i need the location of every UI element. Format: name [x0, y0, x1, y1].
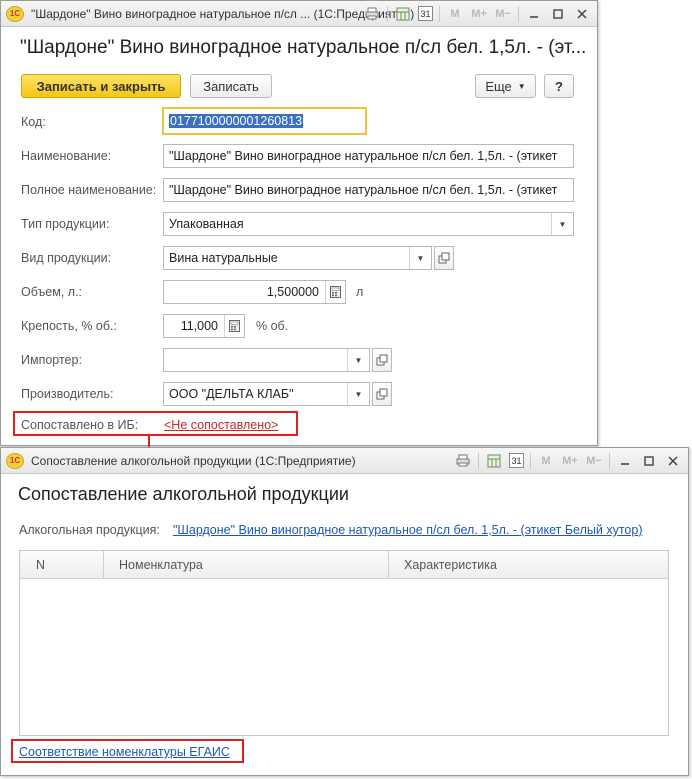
chevron-down-icon[interactable]: ▼ — [409, 247, 431, 269]
importer-open-button[interactable] — [372, 348, 392, 372]
column-header-characteristic[interactable]: Характеристика — [389, 551, 670, 579]
type-value: Упакованная — [169, 217, 244, 231]
maximize-icon[interactable] — [549, 5, 567, 22]
close-icon[interactable] — [664, 452, 682, 469]
kind-select[interactable]: Вина натуральные ▼ — [163, 246, 432, 270]
kind-open-button[interactable] — [434, 246, 454, 270]
open-form-icon — [376, 354, 388, 366]
type-select[interactable]: Упакованная ▼ — [163, 212, 574, 236]
page-title: Сопоставление алкогольной продукции — [18, 484, 349, 504]
matched-row-highlight — [13, 411, 298, 436]
chevron-down-icon[interactable]: ▼ — [551, 213, 573, 235]
table-header: N Номенклатура Характеристика — [20, 551, 668, 579]
strength-field[interactable]: 11,000 — [163, 314, 245, 338]
importer-select[interactable]: ▼ — [163, 348, 370, 372]
type-label: Тип продукции: — [21, 217, 110, 231]
name-value: "Шардоне" Вино виноградное натуральное п… — [169, 149, 558, 163]
memory-mminus-icon[interactable]: M− — [494, 5, 512, 22]
app-logo-icon: 1С — [6, 6, 24, 22]
memory-m-icon[interactable]: M — [537, 452, 555, 469]
toolbar-separator — [609, 452, 610, 469]
toolbar-separator — [478, 452, 479, 469]
product-label: Алкогольная продукция: — [19, 523, 160, 537]
memory-mplus-icon[interactable]: M+ — [470, 5, 488, 22]
name-label: Наименование: — [21, 149, 112, 163]
close-icon[interactable] — [573, 5, 591, 22]
volume-value: 1,500000 — [266, 285, 319, 299]
toolbar-separator — [387, 5, 388, 22]
footer-link-highlight — [11, 739, 244, 763]
kind-label: Вид продукции: — [21, 251, 112, 265]
window-titlebar: 1С Сопоставление алкогольной продукции (… — [1, 448, 688, 474]
full-name-value: "Шардоне" Вино виноградное натуральное п… — [169, 183, 558, 197]
page-title: "Шардоне" Вино виноградное натуральное п… — [20, 37, 587, 58]
calendar-icon[interactable]: 31 — [418, 6, 433, 21]
strength-unit: % об. — [256, 319, 289, 333]
kod-value: 0177100000001260813 — [169, 114, 304, 128]
product-link[interactable]: "Шардоне" Вино виноградное натуральное п… — [173, 523, 642, 537]
producer-label: Производитель: — [21, 387, 114, 401]
open-form-icon — [376, 388, 388, 400]
matching-window: 1С Сопоставление алкогольной продукции (… — [0, 447, 689, 776]
more-menu-button[interactable]: Еще ▼ — [475, 74, 536, 98]
print-icon[interactable] — [454, 452, 472, 469]
volume-unit: л — [356, 285, 364, 299]
product-card-window: 1С "Шардоне" Вино виноградное натурально… — [0, 0, 598, 446]
strength-label: Крепость, % об.: — [21, 319, 117, 333]
window-titlebar: 1С "Шардоне" Вино виноградное натурально… — [1, 1, 597, 27]
kod-label: Код: — [21, 115, 46, 129]
kod-field[interactable]: 0177100000001260813 — [162, 107, 367, 135]
calculator-icon[interactable] — [224, 315, 244, 337]
full-name-field[interactable]: "Шардоне" Вино виноградное натуральное п… — [163, 178, 574, 202]
volume-label: Объем, л.: — [21, 285, 83, 299]
save-button[interactable]: Записать — [190, 74, 272, 98]
chevron-down-icon[interactable]: ▼ — [347, 383, 369, 405]
chevron-down-icon: ▼ — [517, 81, 526, 91]
print-icon[interactable] — [363, 5, 381, 22]
toolbar-separator — [439, 5, 440, 22]
producer-value: ООО "ДЕЛЬТА КЛАБ" — [169, 387, 294, 401]
name-field[interactable]: "Шардоне" Вино виноградное натуральное п… — [163, 144, 574, 168]
minimize-icon[interactable] — [525, 5, 543, 22]
column-header-nomenclature[interactable]: Номенклатура — [104, 551, 389, 579]
matching-table[interactable]: N Номенклатура Характеристика — [19, 550, 669, 736]
calculator-icon[interactable] — [325, 281, 345, 303]
volume-field[interactable]: 1,500000 — [163, 280, 346, 304]
toolbar-separator — [530, 452, 531, 469]
chevron-down-icon[interactable]: ▼ — [347, 349, 369, 371]
toolbar-separator — [518, 5, 519, 22]
open-form-icon — [438, 252, 450, 264]
window-title: Сопоставление алкогольной продукции (1С:… — [31, 454, 356, 468]
producer-open-button[interactable] — [372, 382, 392, 406]
app-logo-icon: 1С — [6, 453, 24, 469]
strength-value: 11,000 — [180, 319, 218, 333]
kind-value: Вина натуральные — [169, 251, 278, 265]
save-and-close-button[interactable]: Записать и закрыть — [21, 74, 181, 98]
window-title: "Шардоне" Вино виноградное натуральное п… — [31, 7, 415, 21]
calendar-icon[interactable]: 31 — [509, 453, 524, 468]
minimize-icon[interactable] — [616, 452, 634, 469]
help-button[interactable]: ? — [544, 74, 574, 98]
maximize-icon[interactable] — [640, 452, 658, 469]
memory-mplus-icon[interactable]: M+ — [561, 452, 579, 469]
memory-m-icon[interactable]: M — [446, 5, 464, 22]
calendar-grid-icon[interactable] — [485, 452, 503, 469]
more-menu-label: Еще — [485, 78, 512, 94]
memory-mminus-icon[interactable]: M− — [585, 452, 603, 469]
producer-select[interactable]: ООО "ДЕЛЬТА КЛАБ" ▼ — [163, 382, 370, 406]
full-name-label: Полное наименование: — [21, 183, 157, 197]
column-header-n[interactable]: N — [20, 551, 104, 579]
calendar-grid-icon[interactable] — [394, 5, 412, 22]
importer-label: Импортер: — [21, 353, 82, 367]
